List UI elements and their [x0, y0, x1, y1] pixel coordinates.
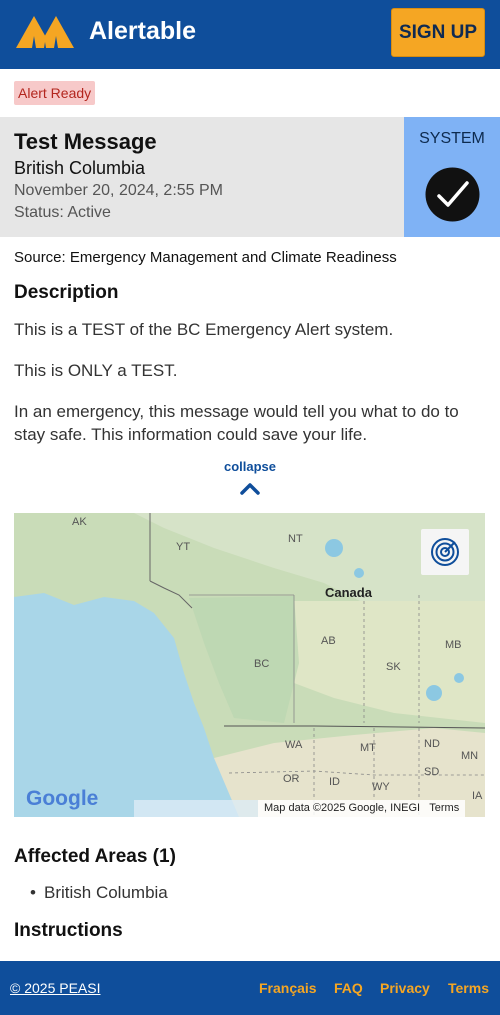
map-attribution[interactable]: Map data ©2025 Google, INEGI Terms	[258, 800, 466, 817]
map-attribution-strip	[134, 800, 258, 817]
category-panel: SYSTEM	[404, 117, 500, 237]
map-label: AK	[72, 516, 87, 528]
top-bar: Alertable SIGN UP	[0, 0, 500, 69]
map-label: YT	[176, 541, 191, 553]
alert-region: British Columbia	[14, 158, 146, 178]
footer: © 2025 PEASI Français FAQ Privacy Terms	[0, 961, 500, 1015]
map-label: OR	[283, 773, 300, 785]
copyright-link[interactable]: © 2025 PEASI	[10, 980, 100, 996]
map-label: SK	[386, 661, 401, 673]
map-label: BC	[254, 658, 270, 670]
map-label: MB	[445, 639, 462, 651]
map-label: NT	[288, 533, 303, 545]
description-paragraph: In an emergency, this message would tell…	[14, 402, 459, 444]
google-logo: Google	[26, 787, 99, 810]
affected-area-item: British Columbia	[30, 883, 168, 903]
footer-link-faq[interactable]: FAQ	[334, 980, 363, 996]
brand-name[interactable]: Alertable	[89, 17, 196, 46]
affected-areas-heading: Affected Areas (1)	[14, 846, 176, 867]
recenter-button[interactable]	[421, 529, 469, 575]
map-label: AB	[321, 635, 336, 647]
description-paragraph: This is ONLY a TEST.	[14, 361, 178, 380]
map-label: Canada	[325, 585, 372, 600]
footer-link-terms[interactable]: Terms	[448, 980, 489, 996]
alert-source: Source: Emergency Management and Climate…	[14, 249, 397, 266]
alert-ready-badge: Alert Ready	[14, 81, 96, 105]
map-attribution-text: Map data ©2025 Google, INEGI	[264, 802, 421, 814]
footer-link-francais[interactable]: Français	[259, 980, 317, 996]
collapse-link[interactable]: collapse	[200, 459, 300, 474]
map-label: WY	[372, 781, 390, 793]
description-paragraph: This is a TEST of the BC Emergency Alert…	[14, 320, 394, 339]
footer-link-privacy[interactable]: Privacy	[380, 980, 430, 996]
map-label: IA	[472, 790, 483, 802]
chevron-up-icon[interactable]	[238, 480, 262, 496]
description-heading: Description	[14, 282, 119, 303]
affected-area-label: British Columbia	[44, 883, 168, 902]
alert-card: Test Message British Columbia November 2…	[0, 117, 500, 237]
map-label: WA	[285, 739, 303, 751]
map-terrain	[14, 513, 485, 817]
sign-up-button[interactable]: SIGN UP	[391, 8, 485, 57]
map-label: ID	[329, 776, 340, 788]
map-label: ND	[424, 738, 440, 750]
alert-title: Test Message	[14, 129, 157, 154]
alert-status: Status: Active	[14, 204, 111, 221]
instructions-heading: Instructions	[14, 920, 123, 941]
map-label: MT	[360, 742, 376, 754]
map-terms-link[interactable]: Terms	[429, 802, 459, 814]
alert-map[interactable]: AK YT NT Canada AB MB BC SK WA MT ND MN …	[14, 513, 485, 817]
map-label: SD	[424, 766, 440, 778]
alertable-logo-icon[interactable]	[14, 12, 76, 50]
alert-date: November 20, 2024, 2:55 PM	[14, 182, 224, 199]
map-label: MN	[461, 750, 479, 762]
category-label: SYSTEM	[419, 130, 485, 147]
check-circle-icon	[425, 167, 480, 222]
radar-icon	[431, 538, 459, 566]
